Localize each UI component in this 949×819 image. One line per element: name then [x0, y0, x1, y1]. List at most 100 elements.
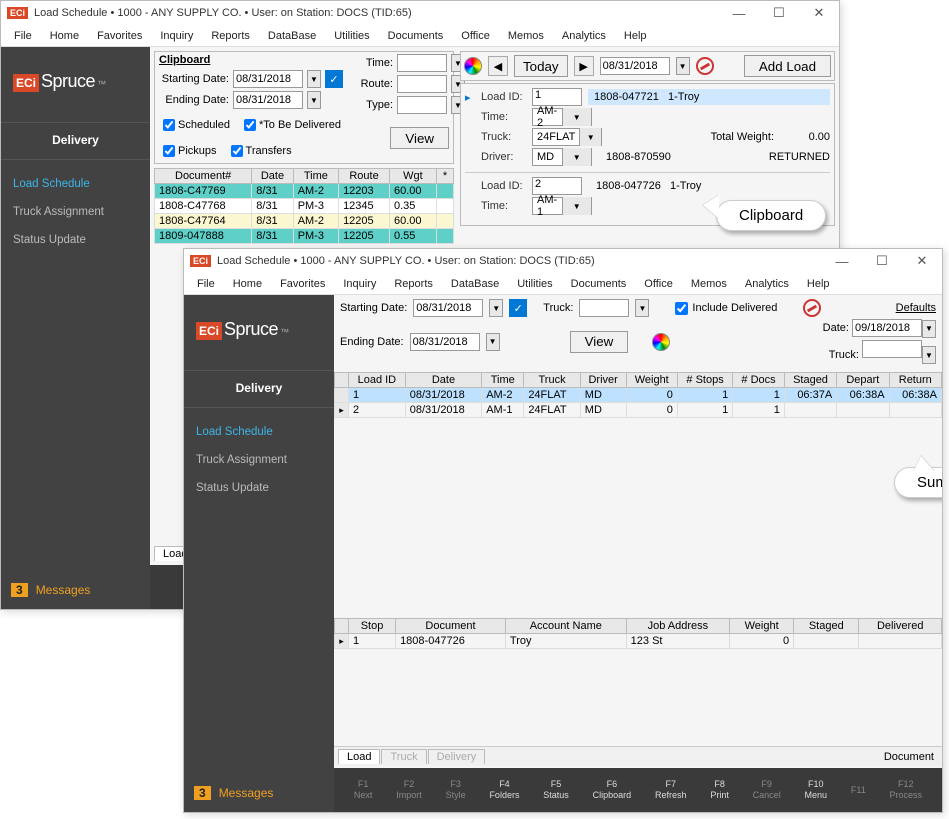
col-header[interactable]: Return [889, 373, 941, 388]
sidebar-item-status-update[interactable]: Status Update [1, 226, 150, 254]
view-button[interactable]: View [570, 331, 629, 353]
menu-file[interactable]: File [5, 28, 41, 44]
route-input[interactable] [397, 75, 447, 93]
maximize-button[interactable]: ☐ [759, 1, 799, 25]
toolbar-date-dropdown-icon[interactable]: ▼ [676, 57, 690, 75]
menu-home[interactable]: Home [224, 276, 271, 292]
prev-button[interactable]: ◀ [488, 56, 508, 76]
scheduled-checkbox[interactable]: Scheduled [163, 119, 230, 131]
menu-utilities[interactable]: Utilities [325, 28, 378, 44]
today-button[interactable]: Today [514, 55, 568, 77]
col-header[interactable]: Document [396, 619, 506, 634]
menu-home[interactable]: Home [41, 28, 88, 44]
menu-help[interactable]: Help [615, 28, 656, 44]
sidebar-item-status-update[interactable]: Status Update [184, 474, 334, 502]
pickups-checkbox[interactable]: Pickups [163, 145, 217, 157]
menu-help[interactable]: Help [798, 276, 839, 292]
fn-f7[interactable]: F7Refresh [655, 779, 687, 801]
dropdown-icon[interactable]: ▼ [922, 346, 936, 364]
menu-file[interactable]: File [188, 276, 224, 292]
col-header[interactable]: * [436, 169, 453, 184]
load-id-input[interactable]: 1 [532, 88, 582, 106]
menu-documents[interactable]: Documents [379, 28, 453, 44]
fn-f8[interactable]: F8Print [710, 779, 729, 801]
table-row[interactable]: 108/31/2018AM-224FLATMD01106:37A06:38A06… [335, 388, 942, 403]
no-entry-icon[interactable] [803, 299, 821, 317]
col-header[interactable]: Weight [626, 373, 677, 388]
toolbar-date-input[interactable]: 08/31/2018 [600, 57, 670, 75]
col-header[interactable]: Account Name [505, 619, 626, 634]
menu-database[interactable]: DataBase [259, 28, 325, 44]
starting-date-dropdown-icon[interactable]: ▼ [307, 70, 321, 88]
fn-f10[interactable]: F10Menu [805, 779, 828, 801]
color-wheel-icon[interactable] [652, 333, 670, 351]
ending-date-input[interactable]: 08/31/2018 [233, 91, 303, 109]
next-button[interactable]: ▶ [574, 56, 594, 76]
summary-table[interactable]: Load IDDateTimeTruckDriverWeight# Stops#… [334, 372, 942, 418]
tab-truck[interactable]: Truck [381, 749, 426, 764]
menu-analytics[interactable]: Analytics [736, 276, 798, 292]
col-header[interactable] [335, 373, 349, 388]
fn-f5[interactable]: F5Status [543, 779, 569, 801]
fn-f6[interactable]: F6Clipboard [593, 779, 632, 801]
fn-f11[interactable]: F11 [851, 785, 866, 796]
menu-favorites[interactable]: Favorites [88, 28, 151, 44]
col-header[interactable]: Date [252, 169, 293, 184]
tab-document[interactable]: Document [884, 751, 934, 763]
ending-date-dropdown-icon[interactable]: ▼ [307, 91, 321, 109]
load-id-input[interactable]: 2 [532, 177, 582, 195]
fn-f2[interactable]: F2Import [396, 779, 422, 801]
menu-reports[interactable]: Reports [202, 28, 259, 44]
load-driver-select[interactable]: MD▼ [532, 148, 592, 166]
col-header[interactable]: Route [339, 169, 390, 184]
view-button[interactable]: View [390, 127, 449, 149]
col-header[interactable]: Stop [349, 619, 396, 634]
sidebar-item-truck-assignment[interactable]: Truck Assignment [184, 446, 334, 474]
table-row[interactable]: 1808-C477688/31PM-3123450.35 [155, 199, 454, 214]
col-header[interactable]: Date [405, 373, 481, 388]
defaults-truck-input[interactable] [862, 340, 922, 358]
menu-office[interactable]: Office [452, 28, 499, 44]
col-header[interactable]: Job Address [626, 619, 729, 634]
menu-database[interactable]: DataBase [442, 276, 508, 292]
dropdown-icon[interactable]: ▼ [922, 320, 936, 338]
menu-memos[interactable]: Memos [682, 276, 736, 292]
truck-input[interactable] [579, 299, 629, 317]
type-input[interactable] [397, 96, 447, 114]
starting-date-confirm-button[interactable]: ✓ [325, 70, 343, 88]
include-delivered-checkbox[interactable]: Include Delivered [675, 302, 777, 315]
fn-f12[interactable]: F12Process [890, 779, 923, 801]
no-entry-icon[interactable] [696, 57, 714, 75]
starting-date-input[interactable]: 08/31/2018 [233, 70, 303, 88]
col-header[interactable]: Delivered [859, 619, 942, 634]
fn-f9[interactable]: F9Cancel [753, 779, 781, 801]
table-row[interactable]: ▸208/31/2018AM-124FLATMD011 [335, 403, 942, 418]
ending-date-input[interactable]: 08/31/2018 [410, 333, 480, 351]
starting-date-input[interactable]: 08/31/2018 [413, 299, 483, 317]
menu-utilities[interactable]: Utilities [508, 276, 561, 292]
fn-f1[interactable]: F1Next [354, 779, 373, 801]
sidebar-item-load-schedule[interactable]: Load Schedule [1, 170, 150, 198]
maximize-button[interactable]: ☐ [862, 249, 902, 273]
menu-analytics[interactable]: Analytics [553, 28, 615, 44]
table-row[interactable]: ▸11808-047726Troy123 St0 [335, 634, 942, 649]
col-header[interactable]: Driver [580, 373, 626, 388]
col-header[interactable]: Weight [730, 619, 794, 634]
messages-row[interactable]: 3 Messages [184, 774, 334, 812]
add-load-button[interactable]: Add Load [744, 55, 831, 77]
col-header[interactable] [335, 619, 349, 634]
time-input[interactable] [397, 54, 447, 72]
defaults-date-input[interactable]: 09/18/2018 [852, 319, 922, 337]
table-row[interactable]: 1808-C477698/31AM-21220360.00 [155, 184, 454, 199]
date-confirm-button[interactable]: ✓ [509, 299, 527, 317]
fn-f3[interactable]: F3Style [446, 779, 466, 801]
col-header[interactable]: Time [293, 169, 338, 184]
col-header[interactable]: Wgt [389, 169, 436, 184]
col-header[interactable]: Document# [155, 169, 252, 184]
close-button[interactable]: ✕ [799, 1, 839, 25]
col-header[interactable]: Time [482, 373, 524, 388]
load-time-select[interactable]: AM-2▼ [532, 108, 592, 126]
transfers-checkbox[interactable]: Transfers [231, 145, 292, 157]
tab-load[interactable]: Load [338, 749, 380, 764]
menu-inquiry[interactable]: Inquiry [151, 28, 202, 44]
